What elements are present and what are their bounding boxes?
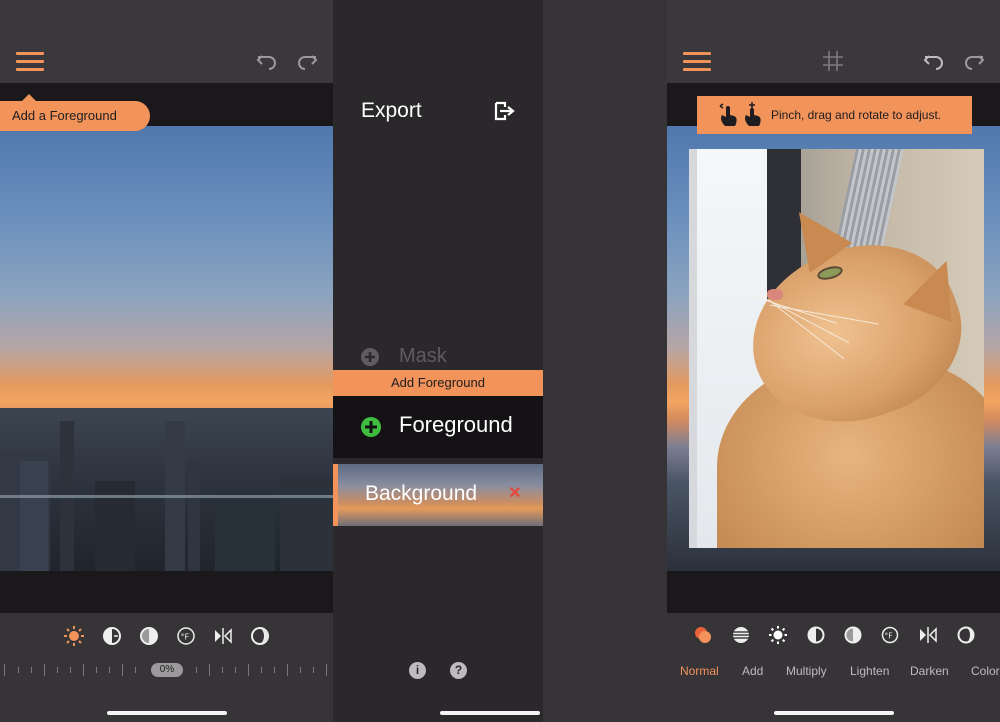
flip-icon[interactable]	[212, 625, 234, 647]
menu-icon[interactable]	[683, 52, 711, 72]
gesture-hint: Pinch, drag and rotate to adjust.	[697, 96, 972, 134]
export-button[interactable]: Export	[361, 99, 422, 123]
drag-gesture-icon	[745, 102, 761, 126]
lighten-blend-icon[interactable]	[806, 625, 826, 645]
cityscape	[0, 408, 333, 571]
multiply-blend-icon[interactable]	[768, 625, 788, 645]
blend-add[interactable]: Add	[742, 664, 763, 678]
svg-text:°F: °F	[885, 632, 893, 641]
balcony-rail	[0, 495, 333, 498]
foreground-layer-row[interactable]: Foreground	[333, 396, 543, 458]
saturation-icon[interactable]	[249, 625, 271, 647]
darken-blend-icon[interactable]	[843, 625, 863, 645]
brightness-icon[interactable]	[63, 625, 85, 647]
home-indicator	[107, 711, 227, 715]
add-mask-icon[interactable]	[361, 348, 379, 366]
bottom-band	[0, 571, 333, 613]
export-icon[interactable]	[494, 101, 516, 121]
redo-icon[interactable]	[963, 52, 985, 72]
temperature-icon[interactable]: °F	[175, 625, 197, 647]
color-blend-icon[interactable]	[956, 625, 976, 645]
flip-blend-icon[interactable]	[918, 625, 938, 645]
blend-lighten[interactable]: Lighten	[850, 664, 889, 678]
blend-color[interactable]: Color	[971, 664, 1000, 678]
selected-indicator	[333, 464, 338, 526]
blend-mode-labels: Normal Add Multiply Lighten Darken Color	[667, 664, 1000, 680]
editor-panel-right: Pinch, drag and rotate to adjust. °F Nor…	[667, 0, 1000, 722]
layer-menu-panel: Export Mask Add Foreground Foreground Ba…	[333, 0, 543, 722]
add-foreground-tip[interactable]: Add Foreground	[333, 370, 543, 403]
undo-icon[interactable]	[256, 52, 278, 72]
editor-panel-left: Add a Foreground °F 0%	[0, 0, 333, 722]
info-icon[interactable]: i	[409, 662, 426, 679]
grid-icon[interactable]	[822, 50, 844, 72]
mask-label: Mask	[399, 345, 447, 367]
temperature-blend-icon[interactable]: °F	[880, 625, 900, 645]
add-foreground-icon[interactable]	[361, 417, 381, 437]
add-foreground-tag[interactable]: Add a Foreground	[0, 94, 150, 131]
background-label: Background	[365, 482, 478, 505]
add-blend-icon[interactable]	[731, 625, 751, 645]
top-bar	[667, 0, 1000, 83]
svg-text:°F: °F	[181, 633, 190, 642]
remove-background-icon[interactable]: ×	[509, 482, 521, 505]
gesture-hint-text: Pinch, drag and rotate to adjust.	[771, 108, 942, 122]
home-indicator	[774, 711, 894, 715]
background-layer-row[interactable]: Background ×	[333, 464, 543, 526]
menu-icon[interactable]	[16, 52, 44, 72]
blend-normal[interactable]: Normal	[680, 664, 719, 678]
blend-darken[interactable]: Darken	[910, 664, 949, 678]
contrast-icon[interactable]	[138, 625, 160, 647]
app-screenshots: Add a Foreground °F 0% Export Mask Add F…	[0, 0, 1000, 722]
foreground-photo[interactable]	[689, 149, 984, 548]
slider-value: 0%	[151, 663, 183, 677]
pinch-gesture-icon	[719, 103, 737, 126]
exposure-icon[interactable]	[101, 625, 123, 647]
separator	[543, 0, 667, 722]
cat-nose	[767, 289, 783, 300]
home-indicator	[440, 711, 540, 715]
help-icon[interactable]: ?	[450, 662, 467, 679]
redo-icon[interactable]	[296, 52, 318, 72]
undo-icon[interactable]	[923, 52, 945, 72]
bottom-band	[667, 571, 1000, 613]
normal-blend-icon[interactable]	[693, 625, 713, 645]
foreground-label: Foreground	[399, 412, 513, 437]
blend-multiply[interactable]: Multiply	[786, 664, 827, 678]
top-bar	[0, 0, 333, 83]
